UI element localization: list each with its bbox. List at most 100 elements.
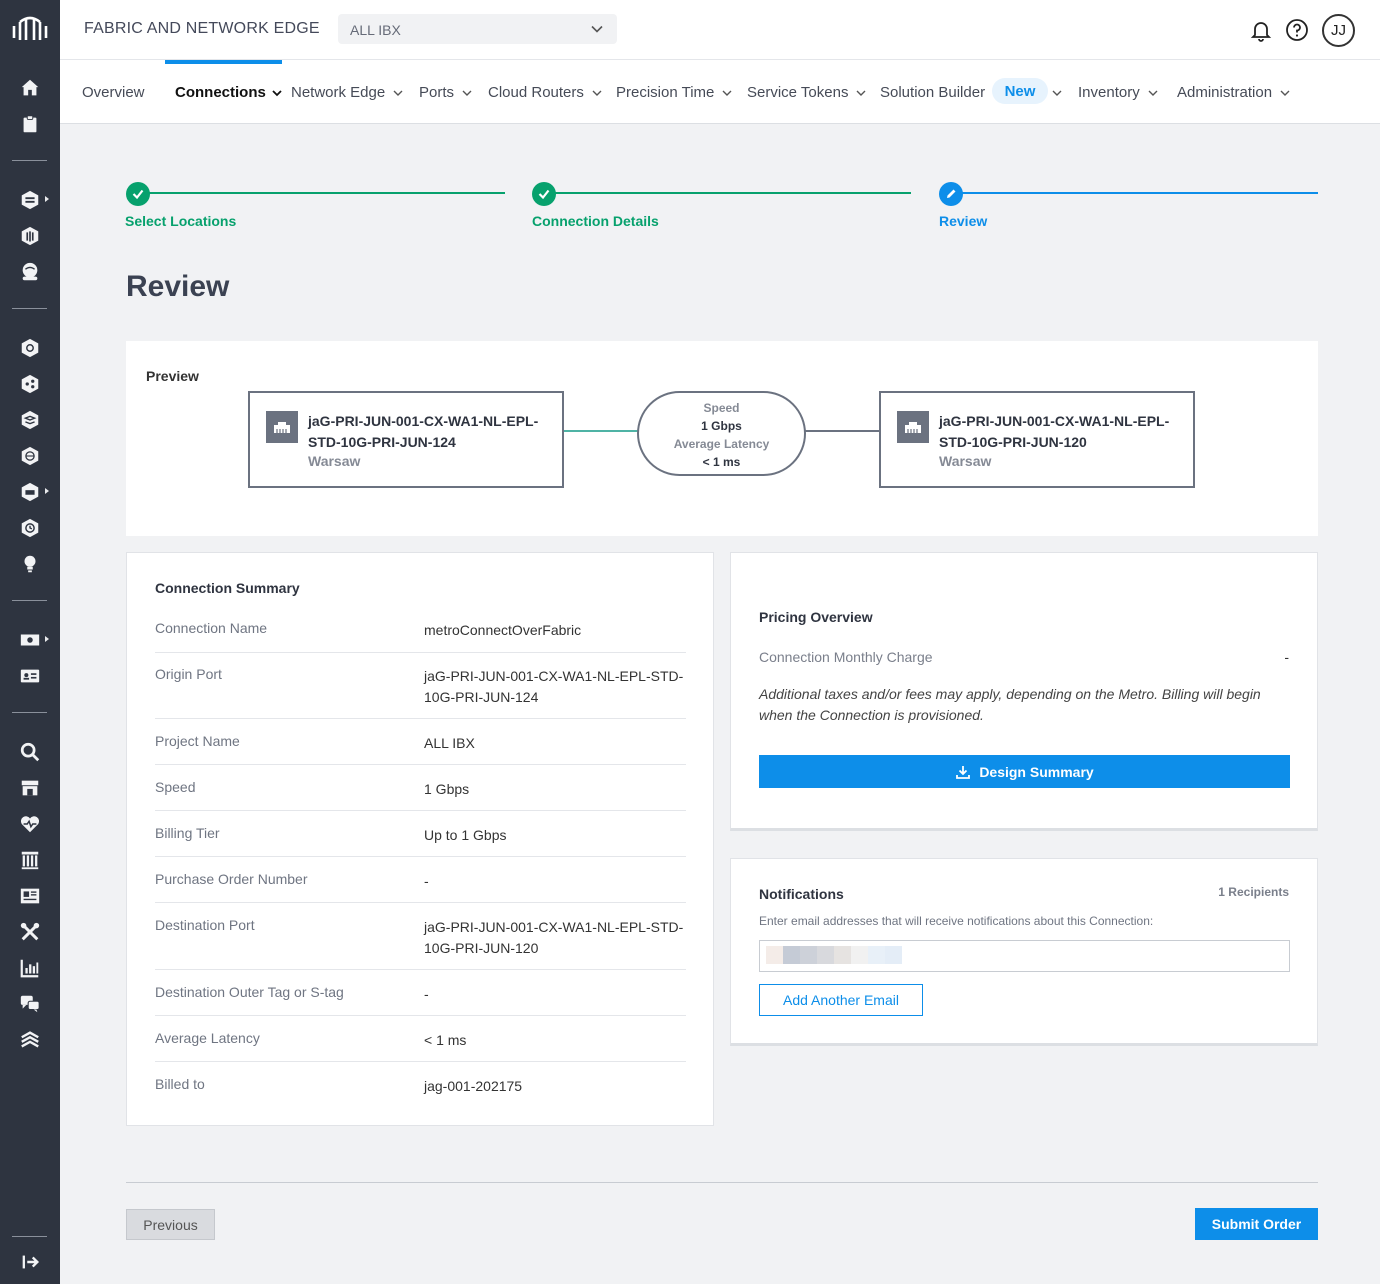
layers-hex-icon[interactable] bbox=[18, 408, 42, 432]
globe-cloud-icon[interactable] bbox=[18, 260, 42, 284]
chevron-down-icon[interactable] bbox=[1052, 88, 1062, 98]
billing-icon[interactable] bbox=[18, 628, 42, 652]
datacenter-icon[interactable] bbox=[18, 848, 42, 872]
summary-key: Connection Name bbox=[155, 620, 268, 636]
summary-title: Connection Summary bbox=[155, 580, 300, 596]
design-summary-button[interactable]: Design Summary bbox=[759, 755, 1290, 788]
nav-service-tokens[interactable]: Service Tokens bbox=[747, 84, 866, 101]
nav-administration[interactable]: Administration bbox=[1177, 84, 1290, 101]
reports-icon[interactable] bbox=[18, 956, 42, 980]
table-row: Destination Port jaG-PRI-JUN-001-CX-WA1-… bbox=[155, 917, 686, 970]
docs-icon[interactable] bbox=[18, 884, 42, 908]
top-header: FABRIC AND NETWORK EDGE ALL IBX JJ bbox=[60, 0, 1380, 60]
email-field[interactable] bbox=[759, 940, 1290, 972]
summary-value: < 1 ms bbox=[424, 1032, 467, 1048]
step-label-connection-details[interactable]: Connection Details bbox=[532, 213, 659, 229]
preview-card: Preview jaG-PRI-JUN-001-CX-WA1-NL-EPL-ST… bbox=[126, 341, 1318, 536]
summary-key: Origin Port bbox=[155, 666, 222, 682]
origin-port-box: jaG-PRI-JUN-001-CX-WA1-NL-EPL-STD-10G-PR… bbox=[248, 391, 564, 488]
speed-value: 1 Gbps bbox=[701, 419, 742, 433]
preview-label: Preview bbox=[146, 368, 199, 384]
network-edge-icon[interactable] bbox=[18, 224, 42, 248]
chevron-down-icon bbox=[1280, 90, 1290, 96]
nav-ports[interactable]: Ports bbox=[419, 84, 472, 101]
summary-key: Project Name bbox=[155, 733, 240, 749]
step-complete-check-icon[interactable] bbox=[532, 182, 556, 206]
monthly-charge-value: - bbox=[1284, 649, 1289, 665]
port-icon bbox=[266, 411, 298, 443]
destination-port-name: jaG-PRI-JUN-001-CX-WA1-NL-EPL-STD-10G-PR… bbox=[939, 413, 1170, 450]
summary-value: jaG-PRI-JUN-001-CX-WA1-NL-EPL-STD-10G-PR… bbox=[424, 919, 684, 956]
marketplace-icon[interactable] bbox=[18, 776, 42, 800]
step-current-pencil-icon[interactable] bbox=[939, 182, 963, 206]
pricing-title: Pricing Overview bbox=[759, 609, 873, 625]
stack-icon[interactable] bbox=[18, 1028, 42, 1052]
step-label-select-locations[interactable]: Select Locations bbox=[125, 213, 236, 229]
search-icon[interactable] bbox=[18, 740, 42, 764]
bell-icon[interactable] bbox=[1249, 18, 1273, 42]
clock-icon[interactable] bbox=[18, 516, 42, 540]
table-row: Connection Name metroConnectOverFabric bbox=[155, 620, 686, 653]
nav-precision-time[interactable]: Precision Time bbox=[616, 84, 732, 101]
table-row: Average Latency < 1 ms bbox=[155, 1030, 686, 1062]
notifications-title: Notifications bbox=[759, 886, 844, 902]
step-complete-check-icon[interactable] bbox=[126, 182, 150, 206]
help-icon[interactable] bbox=[1285, 18, 1309, 42]
previous-button[interactable]: Previous bbox=[126, 1209, 215, 1240]
step-connector bbox=[146, 192, 505, 194]
lightbulb-icon[interactable] bbox=[18, 552, 42, 576]
download-icon bbox=[956, 765, 971, 779]
nav-cloud-routers[interactable]: Cloud Routers bbox=[488, 84, 602, 101]
chat-icon[interactable] bbox=[18, 992, 42, 1016]
health-icon[interactable] bbox=[18, 812, 42, 836]
share-node-icon[interactable] bbox=[18, 372, 42, 396]
step-label-review: Review bbox=[939, 213, 988, 229]
chevron-down-icon bbox=[592, 90, 602, 96]
nav-solution-builder[interactable]: Solution Builder bbox=[880, 84, 985, 101]
nav-inventory[interactable]: Inventory bbox=[1078, 84, 1158, 101]
collapse-rail-icon[interactable] bbox=[18, 1250, 42, 1274]
step-connector bbox=[960, 192, 1318, 194]
chevron-down-icon bbox=[272, 89, 282, 96]
nav-network-edge[interactable]: Network Edge bbox=[291, 84, 403, 101]
nav-connections[interactable]: Connections bbox=[175, 84, 282, 101]
tools-icon[interactable] bbox=[18, 920, 42, 944]
ibx-select[interactable]: ALL IBX bbox=[338, 14, 617, 44]
notifications-card: Notifications 1 Recipients Enter email a… bbox=[730, 858, 1318, 1046]
equinix-logo-icon[interactable] bbox=[10, 14, 50, 46]
chevron-down-icon bbox=[722, 90, 732, 96]
globe-hex-icon[interactable] bbox=[18, 444, 42, 468]
id-card-icon[interactable] bbox=[18, 664, 42, 688]
table-row: Origin Port jaG-PRI-JUN-001-CX-WA1-NL-EP… bbox=[155, 666, 686, 719]
avatar[interactable]: JJ bbox=[1322, 14, 1355, 47]
summary-value: - bbox=[424, 986, 429, 1002]
left-rail bbox=[0, 0, 60, 1284]
summary-value: metroConnectOverFabric bbox=[424, 622, 582, 638]
chevron-down-icon bbox=[1148, 90, 1158, 96]
summary-value: - bbox=[424, 873, 429, 889]
summary-value: jag-001-202175 bbox=[424, 1078, 523, 1094]
nav-overview[interactable]: Overview bbox=[82, 84, 145, 101]
destination-port-box: jaG-PRI-JUN-001-CX-WA1-NL-EPL-STD-10G-PR… bbox=[879, 391, 1195, 488]
destination-port-metro: Warsaw bbox=[939, 453, 992, 469]
chevron-down-icon bbox=[462, 90, 472, 96]
add-another-email-button[interactable]: Add Another Email bbox=[759, 984, 923, 1016]
active-tab-indicator bbox=[165, 60, 282, 64]
router-hex-icon[interactable] bbox=[18, 480, 42, 504]
main-nav: Overview Connections Network Edge Ports … bbox=[60, 60, 1380, 124]
table-row: Billed to jag-001-202175 bbox=[155, 1076, 686, 1108]
monthly-charge-label: Connection Monthly Charge bbox=[759, 649, 933, 665]
table-row: Project Name ALL IBX bbox=[155, 733, 686, 765]
clipboard-icon[interactable] bbox=[18, 112, 42, 136]
hub-icon[interactable] bbox=[18, 336, 42, 360]
table-row: Purchase Order Number - bbox=[155, 871, 686, 903]
fabric-icon[interactable] bbox=[18, 188, 42, 212]
design-summary-label: Design Summary bbox=[979, 763, 1094, 780]
summary-key: Average Latency bbox=[155, 1030, 260, 1046]
connection-link-line bbox=[804, 430, 880, 432]
summary-key: Destination Port bbox=[155, 917, 255, 933]
home-icon[interactable] bbox=[18, 76, 42, 100]
summary-key: Destination Outer Tag or S-tag bbox=[155, 984, 344, 1000]
submit-order-button[interactable]: Submit Order bbox=[1195, 1208, 1318, 1240]
summary-key: Purchase Order Number bbox=[155, 871, 308, 887]
